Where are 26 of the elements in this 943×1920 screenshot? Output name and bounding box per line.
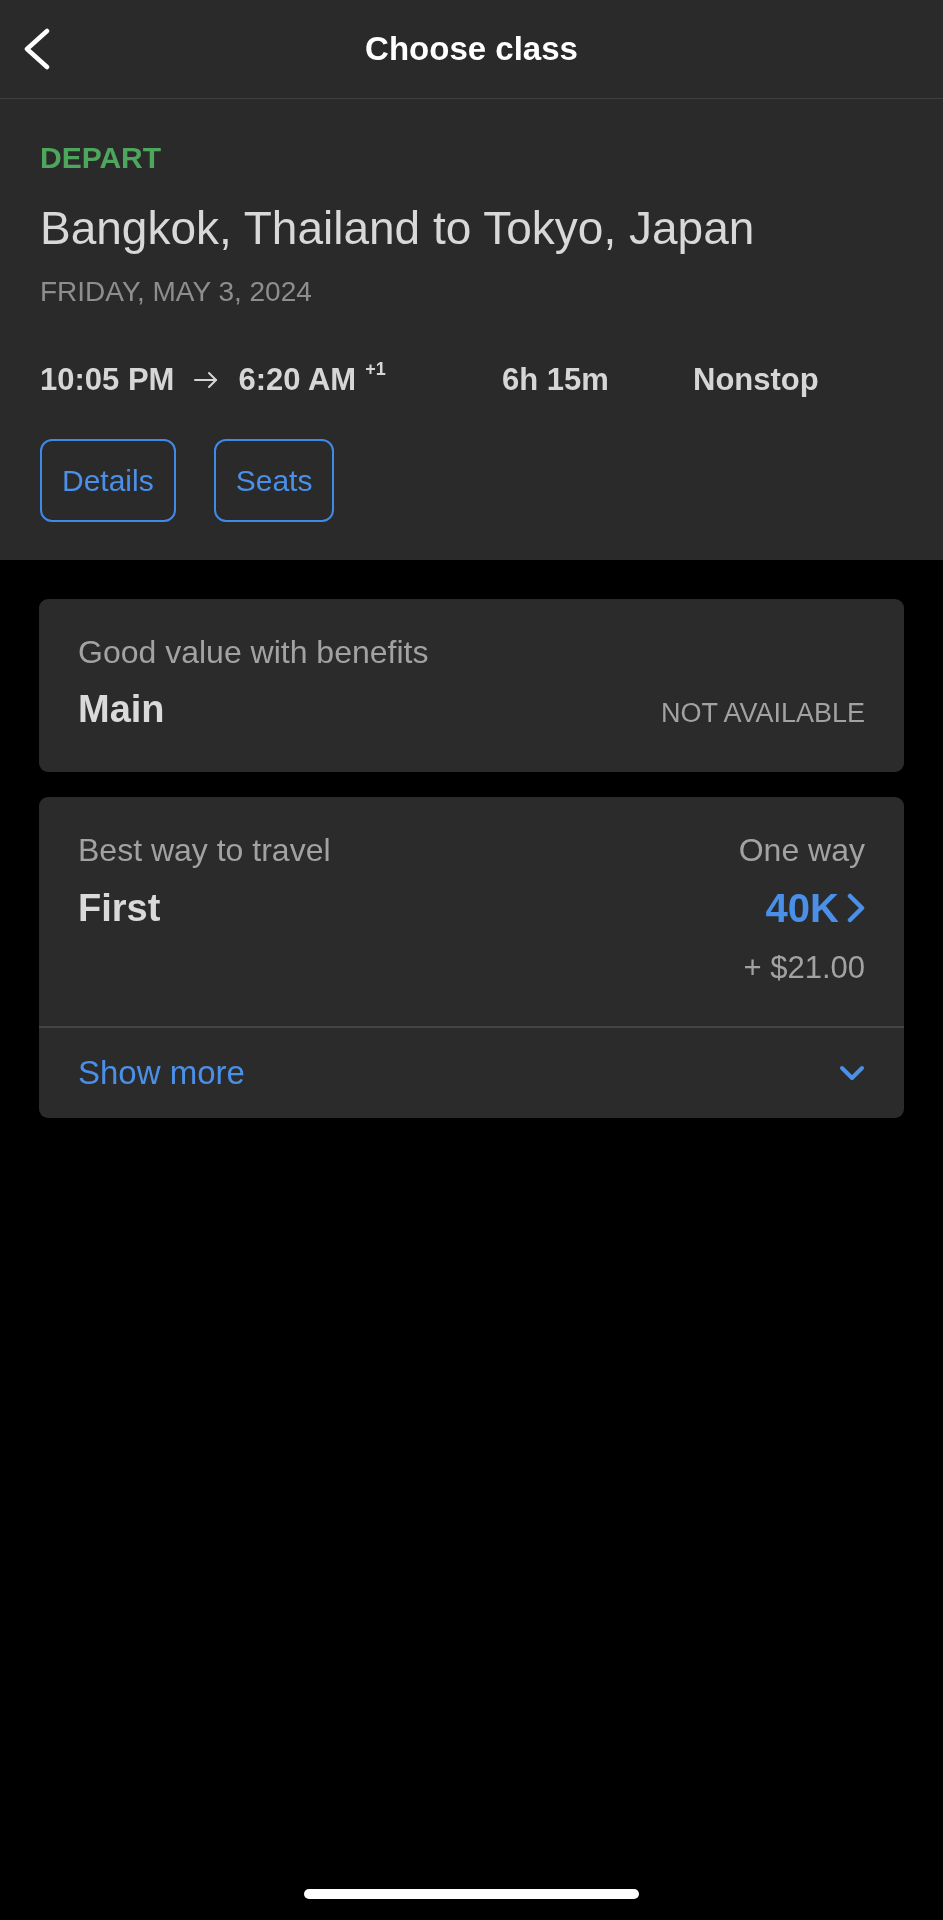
arrival-time: 6:20 AM xyxy=(238,361,357,399)
fare-tagline: Good value with benefits xyxy=(78,635,429,669)
chevron-right-icon xyxy=(847,893,865,923)
fare-card[interactable]: Good value with benefits Main NOT AVAILABLE xyxy=(39,599,904,772)
trip-type: One way xyxy=(738,833,865,867)
flight-duration: 6h 15m xyxy=(502,362,609,397)
fare-tagline: Best way to travel xyxy=(78,833,331,867)
stops-info: Nonstop xyxy=(693,361,819,399)
show-more-button[interactable]: Show more xyxy=(39,1028,904,1118)
route-title: Bangkok, Thailand to Tokyo, Japan xyxy=(40,202,755,254)
price-button[interactable]: 40K xyxy=(765,886,865,930)
back-button[interactable] xyxy=(22,28,50,70)
departure-time: 10:05 PM xyxy=(40,361,175,399)
availability-status: NOT AVAILABLE xyxy=(660,697,865,729)
fare-class-name: Main xyxy=(78,688,165,730)
arrow-right-icon xyxy=(194,371,219,389)
page-title: Choose class xyxy=(365,29,578,69)
day-offset: +1 xyxy=(365,359,386,379)
fees-amount: + $21.00 xyxy=(743,951,865,985)
fare-card[interactable]: Best way to travel One way First 40K + $21.00 Show more xyxy=(39,797,904,1118)
flight-date: FRIDAY, MAY 3, 2024 xyxy=(40,276,312,308)
direction-label: DEPART xyxy=(40,141,162,175)
details-button[interactable]: Details xyxy=(40,439,176,522)
chevron-left-icon xyxy=(22,28,50,70)
fare-class-name: First xyxy=(78,887,161,929)
seats-button[interactable]: Seats xyxy=(213,439,335,522)
